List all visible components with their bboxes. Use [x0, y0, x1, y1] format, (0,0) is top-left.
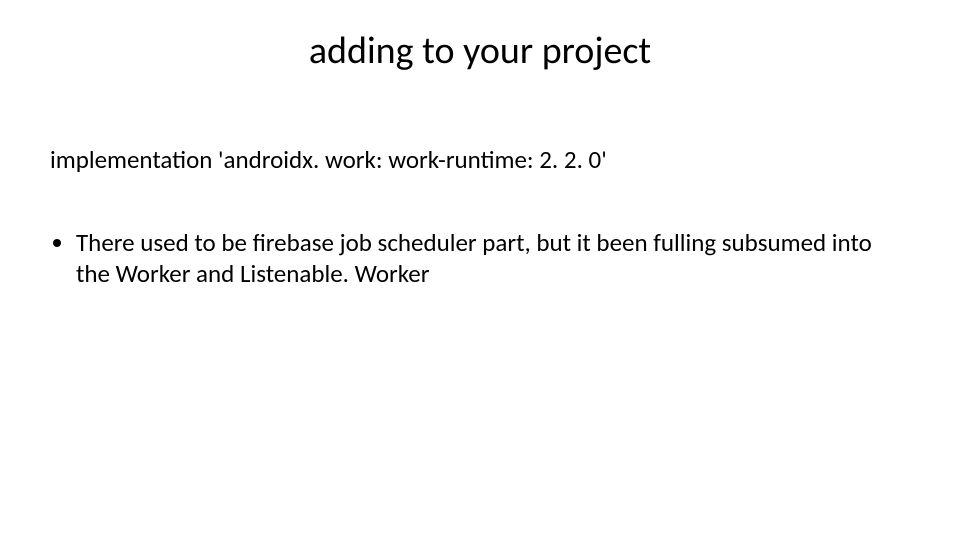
bullet-item: There used to be firebase job scheduler … — [76, 227, 910, 290]
implementation-line: implementation 'androidx. work: work-run… — [50, 144, 910, 175]
slide: adding to your project implementation 'a… — [0, 0, 960, 540]
bullet-list: There used to be firebase job scheduler … — [50, 227, 910, 290]
slide-title: adding to your project — [0, 0, 960, 74]
slide-body: implementation 'androidx. work: work-run… — [0, 144, 960, 290]
